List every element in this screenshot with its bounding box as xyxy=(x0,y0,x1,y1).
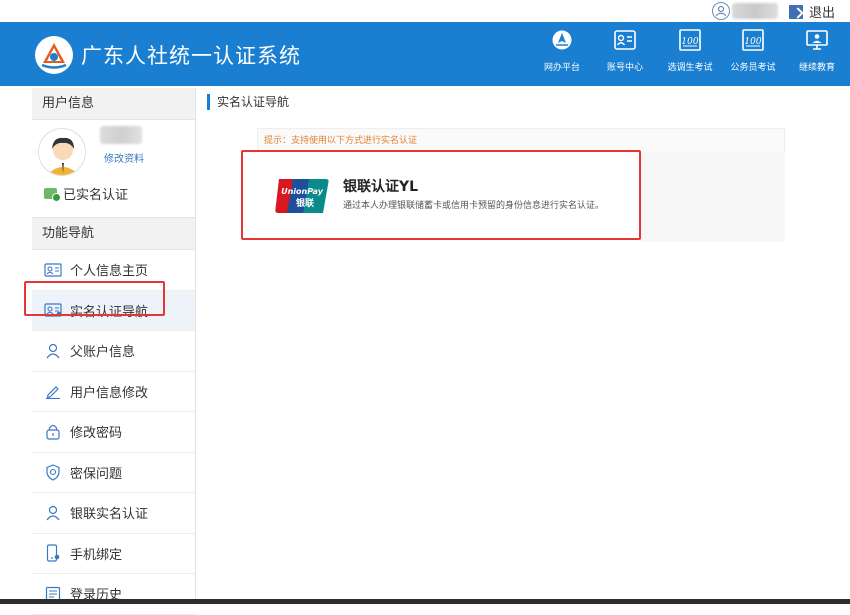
logo-icon[interactable] xyxy=(35,36,73,74)
person-icon xyxy=(44,504,62,522)
lock-icon xyxy=(44,423,62,441)
function-nav-heading: 功能导航 xyxy=(32,218,195,250)
exam-100-icon: 100 xyxy=(741,28,765,52)
sidebar-item-label: 个人信息主页 xyxy=(70,264,149,280)
sidebar-item-edit-user-info[interactable]: 用户信息修改 xyxy=(32,372,195,412)
profile-card-icon xyxy=(44,261,62,279)
logo-subtext: 银联 xyxy=(296,197,315,209)
nav-online-platform[interactable]: 网办平台 xyxy=(526,28,598,73)
sidebar-item-real-name-nav[interactable]: 实名认证导航 xyxy=(32,290,195,331)
verified-icon xyxy=(44,188,61,202)
unionpay-logo-icon: UnionPay 银联 xyxy=(275,179,329,213)
sidebar-item-label: 手机绑定 xyxy=(70,547,123,563)
card-description: 通过本人办理银联储蓄卡或信用卡预留的身份信息进行实名认证。 xyxy=(343,201,605,211)
user-card: 修改资料 已实名认证 xyxy=(32,120,195,218)
compass-icon xyxy=(550,28,574,52)
tip-banner: 提示：支持使用以下方式进行实名认证 xyxy=(257,128,785,154)
site-title: 广东人社统一认证系统 xyxy=(81,44,301,68)
verification-method-row: UnionPay 银联 银联认证YL 通过本人办理银联储蓄卡或信用卡预留的身份信… xyxy=(243,152,785,242)
logout-label: 退出 xyxy=(809,6,836,21)
nav-civil-servant-exam[interactable]: 100 公务员考试 xyxy=(717,28,789,73)
phone-icon xyxy=(44,544,62,562)
verified-label: 已实名认证 xyxy=(63,188,129,203)
person-icon xyxy=(44,342,62,360)
site-header: 广东人社统一认证系统 网办平台 账号中心 100 选调生考试 100 公务员考试… xyxy=(0,22,850,86)
user-icon xyxy=(712,2,730,20)
exam-100-icon: 100 xyxy=(678,28,702,52)
blurred-username xyxy=(732,3,778,19)
edit-profile-link[interactable]: 修改资料 xyxy=(104,150,144,165)
logout-icon xyxy=(789,4,803,19)
logout-button[interactable]: 退出 xyxy=(789,2,835,21)
sidebar-item-login-history[interactable]: 登录历史 xyxy=(32,574,195,615)
user-info-heading: 用户信息 xyxy=(32,88,195,120)
nav-label: 网办平台 xyxy=(543,63,580,73)
pencil-icon xyxy=(44,382,62,400)
nav-account-center[interactable]: 账号中心 xyxy=(589,28,661,73)
sidebar-item-label: 用户信息修改 xyxy=(70,385,149,401)
id-card-icon xyxy=(44,301,62,319)
sidebar-item-label: 密保问题 xyxy=(70,466,123,482)
nav-label: 账号中心 xyxy=(606,63,643,73)
top-utility-bar: 退出 xyxy=(0,0,850,22)
avatar xyxy=(38,128,86,176)
main-content: 实名认证导航 提示：支持使用以下方式进行实名认证 UnionPay 银联 银联认… xyxy=(197,88,850,604)
breadcrumb: 实名认证导航 xyxy=(207,94,289,110)
nav-label: 选调生考试 xyxy=(667,63,713,73)
sidebar-item-profile-home[interactable]: 个人信息主页 xyxy=(32,250,195,291)
monitor-teacher-icon xyxy=(805,28,829,52)
sidebar: 用户信息 修改资料 已实名认证 功能导航 个人信息主页 实名认证导航 父账户信息… xyxy=(32,88,196,615)
sidebar-item-label: 父账户信息 xyxy=(70,345,136,361)
bottom-edge xyxy=(0,599,850,604)
blurred-name xyxy=(100,126,142,144)
sidebar-item-label: 修改密码 xyxy=(70,426,123,442)
sidebar-item-phone-binding[interactable]: 手机绑定 xyxy=(32,534,195,574)
logo-text: UnionPay xyxy=(281,187,324,196)
sidebar-item-parent-account[interactable]: 父账户信息 xyxy=(32,331,195,372)
unionpay-verify-card[interactable]: UnionPay 银联 银联认证YL 通过本人办理银联储蓄卡或信用卡预留的身份信… xyxy=(243,152,639,242)
sidebar-item-security-question[interactable]: 密保问题 xyxy=(32,453,195,493)
sidebar-item-label: 实名认证导航 xyxy=(70,304,149,320)
nav-continuing-education[interactable]: 继续教育 xyxy=(781,28,850,73)
sidebar-item-unionpay-verify[interactable]: 银联实名认证 xyxy=(32,493,195,534)
verified-status: 已实名认证 xyxy=(44,184,128,203)
nav-label: 公务员考试 xyxy=(730,63,776,73)
id-card-icon xyxy=(613,28,637,52)
nav-label: 继续教育 xyxy=(798,63,835,73)
shield-icon xyxy=(44,463,62,481)
nav-selection-exam[interactable]: 100 选调生考试 xyxy=(654,28,726,73)
card-title: 银联认证YL xyxy=(343,179,419,195)
sidebar-item-change-password[interactable]: 修改密码 xyxy=(32,412,195,453)
sidebar-item-label: 银联实名认证 xyxy=(70,507,149,523)
current-user[interactable] xyxy=(712,1,778,21)
